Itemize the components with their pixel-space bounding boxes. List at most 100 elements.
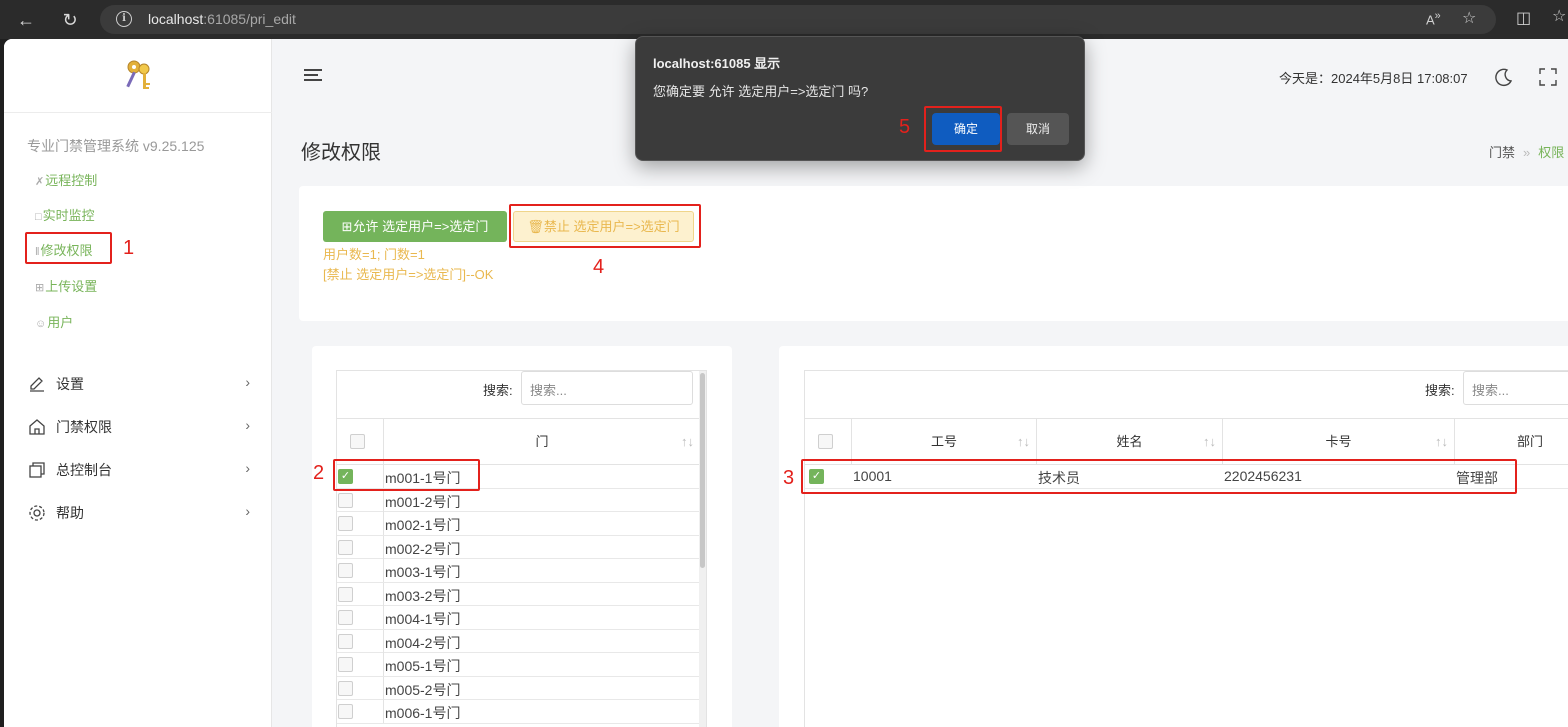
list-item[interactable]: m005-2号门	[337, 676, 700, 700]
confirm-dialog: localhost:61085 显示 您确定要 允许 选定用户=>选定门 吗? …	[635, 36, 1085, 161]
split-screen-icon[interactable]: ◫	[1516, 8, 1531, 28]
sidebar-item-help[interactable]: 帮助 ›	[28, 503, 250, 525]
door-name: m006-1号门	[385, 705, 461, 721]
door-name: m003-1号门	[385, 564, 461, 580]
column-header-name[interactable]: 姓名 ↑↓	[1037, 419, 1223, 464]
plus-square-icon: ⊞	[341, 219, 353, 234]
door-row-checkbox[interactable]	[338, 704, 353, 719]
sidebar-item-remote-control[interactable]: ✗远程控制	[35, 170, 97, 190]
annotation-box-4	[509, 204, 701, 248]
sidebar-item-upload-settings[interactable]: ⊞上传设置	[35, 276, 97, 296]
reload-icon[interactable]: ↻	[58, 8, 82, 32]
door-row-checkbox[interactable]	[338, 563, 353, 578]
system-name: 专业门禁管理系统 v9.25.125	[27, 138, 205, 154]
sidebar-item-console[interactable]: 总控制台 ›	[28, 460, 250, 482]
page-title: 修改权限	[301, 142, 381, 164]
upload-icon: ⊞	[35, 282, 45, 294]
annotation-label-4: 4	[593, 256, 605, 278]
user-search-label: 搜索:	[1425, 383, 1455, 398]
read-aloud-icon[interactable]: A»	[1426, 10, 1441, 27]
allow-button[interactable]: ⊞允许 选定用户=>选定门	[323, 211, 507, 242]
door-row-checkbox[interactable]	[338, 492, 353, 508]
door-row-checkbox[interactable]	[338, 680, 353, 696]
favorites-icon[interactable]: ☆	[1552, 6, 1566, 26]
door-table: 搜索: 搜索... 门 ↑↓ ✓ m001-1号门 m001-2号门 m002-1号门 m…	[336, 370, 707, 727]
door-search-input[interactable]: 搜索...	[521, 371, 693, 405]
door-checkbox-cell	[337, 512, 384, 535]
chevron-right-icon: ›	[245, 374, 250, 390]
user-table-header: 工号 ↑↓ 姓名 ↑↓ 卡号 ↑↓ 部门	[805, 418, 1568, 465]
door-row-checkbox[interactable]	[338, 633, 353, 649]
door-checkbox-cell	[337, 535, 384, 559]
list-item[interactable]: m005-1号门	[337, 653, 700, 677]
annotation-box-3	[801, 459, 1517, 494]
dialog-title: localhost:61085 显示	[653, 56, 781, 71]
door-name: m005-1号门	[385, 658, 461, 674]
user-panel: 搜索: 搜索... 工号 ↑↓ 姓名 ↑↓ 卡号 ↑↓ 部门 ✓ 10001 技术员 …	[779, 346, 1568, 727]
list-item[interactable]: m006-1号门	[337, 700, 700, 724]
address-bar[interactable]: i localhost:61085/pri_edit A» ☆	[100, 5, 1496, 34]
tools-icon: ✗	[35, 176, 45, 188]
column-header-id[interactable]: 工号 ↑↓	[852, 419, 1037, 464]
action-card: ⊞允许 选定用户=>选定门 🗑︎禁止 选定用户=>选定门 用户数=1; 门数=1…	[299, 186, 1568, 321]
list-item[interactable]: m002-1号门	[337, 512, 700, 536]
column-header-card[interactable]: 卡号 ↑↓	[1223, 419, 1455, 464]
list-item[interactable]: m004-2号门	[337, 629, 700, 653]
door-scrollbar[interactable]	[699, 371, 706, 727]
door-name: m002-2号门	[385, 540, 461, 557]
chevron-right-icon: ›	[245, 417, 250, 433]
sort-icon: ↑↓	[1017, 434, 1030, 449]
list-item[interactable]: m003-2号门	[337, 582, 700, 606]
column-header-dept[interactable]: 部门	[1455, 419, 1568, 464]
chevron-right-icon: ›	[245, 460, 250, 476]
breadcrumb-current: 权限	[1538, 145, 1565, 160]
door-checkbox-cell	[337, 488, 384, 512]
door-name: m002-1号门	[385, 517, 461, 533]
user-search-input[interactable]: 搜索...	[1463, 371, 1568, 405]
list-item[interactable]: m001-2号门	[337, 488, 700, 512]
keys-logo-icon	[126, 60, 150, 89]
site-info-icon[interactable]: i	[116, 11, 132, 27]
annotation-box-5	[924, 106, 1002, 152]
door-name: m001-2号门	[385, 493, 461, 510]
sidebar-item-settings[interactable]: 设置 ›	[28, 374, 250, 396]
console-icon	[29, 462, 45, 478]
user-table: 搜索: 搜索... 工号 ↑↓ 姓名 ↑↓ 卡号 ↑↓ 部门 ✓ 10001 技术员 …	[804, 370, 1568, 727]
chevron-right-icon: ›	[245, 503, 250, 519]
list-item[interactable]: m003-1号门	[337, 559, 700, 583]
breadcrumb-item[interactable]: 门禁	[1489, 145, 1515, 160]
door-select-all-checkbox[interactable]	[350, 434, 365, 449]
annotation-label-5: 5	[899, 116, 911, 138]
dialog-cancel-button[interactable]: 取消	[1007, 113, 1069, 145]
user-select-all-checkbox[interactable]	[818, 434, 833, 449]
sort-icon: ↑↓	[681, 434, 694, 449]
menu-toggle-icon[interactable]	[304, 69, 322, 85]
door-row-checkbox[interactable]	[338, 516, 353, 531]
users-icon: ☺	[35, 318, 47, 330]
sidebar-item-users[interactable]: ☺用户	[35, 312, 73, 332]
door-name: m004-2号门	[385, 634, 461, 651]
selection-count: 用户数=1; 门数=1	[323, 247, 425, 262]
browser-toolbar: ← ↻ i localhost:61085/pri_edit A» ☆ ◫ ☆	[0, 0, 1568, 39]
favorite-star-icon[interactable]: ☆	[1462, 8, 1476, 28]
door-checkbox-cell	[337, 676, 384, 700]
back-arrow-icon[interactable]: ←	[14, 8, 38, 32]
list-item[interactable]: m004-1号门	[337, 606, 700, 630]
door-row-checkbox[interactable]	[338, 586, 353, 602]
dialog-message: 您确定要 允许 选定用户=>选定门 吗?	[653, 84, 869, 99]
fullscreen-icon[interactable]	[1538, 67, 1558, 87]
door-search-label: 搜索:	[483, 383, 513, 398]
moon-icon[interactable]	[1494, 67, 1514, 87]
door-row-checkbox[interactable]	[338, 610, 353, 625]
current-date-time: 今天是：2024年5月8日 17:08:07	[1279, 71, 1468, 86]
door-column-header[interactable]: 门 ↑↓	[384, 419, 700, 464]
list-item[interactable]: m002-2号门	[337, 535, 700, 559]
sidebar-item-access-permissions[interactable]: 门禁权限 ›	[28, 417, 250, 439]
door-row-checkbox[interactable]	[338, 657, 353, 672]
scrollbar-thumb[interactable]	[700, 373, 705, 568]
door-name: m003-2号门	[385, 587, 461, 604]
edit-icon	[30, 377, 44, 392]
door-row-checkbox[interactable]	[338, 539, 353, 555]
sort-icon: ↑↓	[1203, 434, 1216, 449]
sidebar-item-monitor[interactable]: □实时监控	[35, 205, 95, 225]
